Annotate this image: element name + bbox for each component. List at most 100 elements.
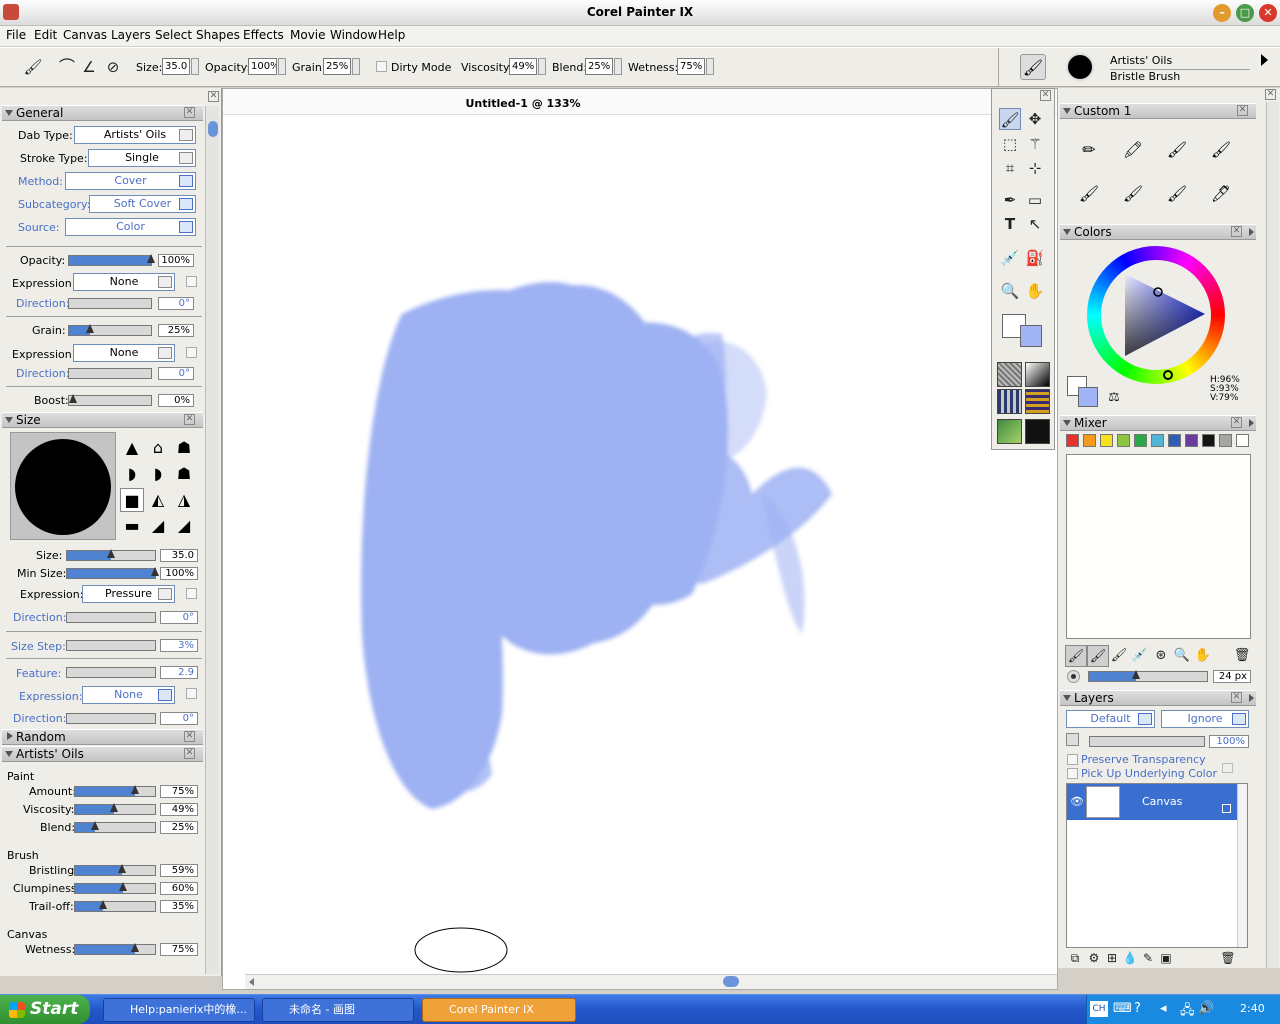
mixer-swatch[interactable] bbox=[1083, 434, 1096, 447]
close-button[interactable]: ✕ bbox=[1259, 4, 1277, 22]
mixer-dirty-brush-icon[interactable]: 🖌 bbox=[1065, 645, 1087, 667]
viscosity-slider[interactable] bbox=[74, 803, 156, 815]
boost-value[interactable]: 0% bbox=[158, 394, 194, 407]
taskbar-item-paint[interactable]: 未命名 - 画图 bbox=[262, 998, 414, 1022]
size-panel-header[interactable]: Size ✕ bbox=[2, 412, 203, 428]
transform-icon[interactable]: ⊹ bbox=[1024, 157, 1046, 179]
magic-wand-icon[interactable]: ⚚ bbox=[1024, 133, 1046, 155]
min-size-slider[interactable] bbox=[66, 567, 159, 579]
delete-layer-icon[interactable]: 🗑 bbox=[1217, 947, 1239, 969]
mixer-pan-icon[interactable]: ✋ bbox=[1192, 645, 1214, 667]
color-secondary-swatch[interactable] bbox=[1078, 387, 1098, 407]
artists-oils-close-icon[interactable]: ✕ bbox=[184, 748, 195, 759]
reset-tool-icon[interactable]: ⊘ bbox=[102, 56, 124, 78]
mixer-swatch[interactable] bbox=[1100, 434, 1113, 447]
opacity-field[interactable]: 100% bbox=[248, 58, 277, 75]
layer-list-scrollbar[interactable] bbox=[1237, 784, 1247, 947]
layer-adjuster-icon[interactable]: ✥ bbox=[1024, 108, 1046, 130]
tray-expand-icon[interactable]: ◂ bbox=[1160, 1001, 1167, 1016]
mixer-swatch[interactable] bbox=[1134, 434, 1147, 447]
grabber-hand-icon[interactable]: ✋ bbox=[1024, 280, 1046, 302]
mixer-swatch[interactable] bbox=[1202, 434, 1215, 447]
brush-profile-icon[interactable]: ▬ bbox=[120, 514, 144, 538]
bristling-slider[interactable] bbox=[74, 864, 156, 876]
brush-profile-icon[interactable]: ◗ bbox=[120, 462, 144, 486]
trail-off-slider[interactable] bbox=[74, 900, 156, 912]
mixer-brush-icon[interactable]: 🖌 bbox=[1108, 645, 1130, 667]
min-size-value[interactable]: 100% bbox=[160, 567, 198, 580]
grain-invert-checkbox[interactable] bbox=[186, 347, 197, 358]
mixer-dropper-icon[interactable]: 💉 bbox=[1129, 645, 1151, 667]
scroll-thumb[interactable] bbox=[723, 976, 739, 987]
saturation-value-triangle[interactable] bbox=[1087, 246, 1225, 384]
wetness-value[interactable]: 75% bbox=[160, 943, 198, 956]
custom-close-icon[interactable]: ✕ bbox=[1237, 105, 1248, 116]
watercolor-brush-icon[interactable]: 🖌 bbox=[1120, 181, 1146, 207]
size-close-icon[interactable]: ✕ bbox=[184, 414, 195, 425]
amount-slider[interactable] bbox=[74, 785, 156, 797]
boost-slider[interactable] bbox=[68, 394, 152, 406]
blend-field[interactable]: 25% bbox=[585, 58, 613, 75]
weaving-selector-icon[interactable] bbox=[1025, 389, 1050, 414]
freehand-stroke-icon[interactable]: ⌒ bbox=[56, 56, 78, 78]
brush-variant-label[interactable]: Bristle Brush bbox=[1110, 70, 1180, 83]
palette-knife-brush-icon[interactable]: 🖌 bbox=[1208, 137, 1234, 163]
brush-profile-icon[interactable]: ☗ bbox=[172, 462, 196, 486]
maximize-button[interactable]: □ bbox=[1236, 4, 1254, 22]
paper-selector-icon[interactable] bbox=[997, 362, 1022, 387]
source-select[interactable]: Color bbox=[65, 218, 196, 236]
crop-icon[interactable]: ⌗ bbox=[999, 157, 1021, 179]
mixer-menu-icon[interactable] bbox=[1249, 419, 1254, 427]
composite-depth-select[interactable]: Ignore bbox=[1161, 710, 1249, 728]
tray-keyboard-icon[interactable]: ⌨ bbox=[1113, 1001, 1132, 1016]
mixer-pad[interactable] bbox=[1066, 454, 1251, 639]
horizontal-scrollbar[interactable] bbox=[245, 974, 1057, 989]
mixer-apply-color-icon[interactable]: 🖌 bbox=[1087, 645, 1109, 667]
scroll-left-icon[interactable] bbox=[249, 978, 254, 986]
mixer-swatch[interactable] bbox=[1066, 434, 1079, 447]
colors-panel-header[interactable]: Colors ✕ bbox=[1060, 224, 1256, 240]
language-indicator[interactable]: CH bbox=[1090, 1001, 1108, 1017]
oil-brush-icon[interactable]: 🖌 bbox=[1164, 137, 1190, 163]
taskbar-item-painter[interactable]: Corel Painter IX bbox=[422, 998, 576, 1022]
menu-canvas[interactable]: Canvas bbox=[63, 28, 107, 42]
random-close-icon[interactable]: ✕ bbox=[184, 731, 195, 742]
layer-mask-icon[interactable]: ▣ bbox=[1155, 947, 1177, 969]
brush-category-label[interactable]: Artists' Oils bbox=[1110, 54, 1172, 67]
opacity-invert-checkbox[interactable] bbox=[186, 276, 197, 287]
paint-bucket-icon[interactable]: ⛽ bbox=[1024, 247, 1046, 269]
mixer-swatch[interactable] bbox=[1219, 434, 1232, 447]
layers-menu-icon[interactable] bbox=[1249, 694, 1254, 702]
random-panel-header[interactable]: Random ✕ bbox=[2, 729, 203, 745]
dab-type-select[interactable]: Artists' Oils bbox=[74, 126, 196, 144]
tray-volume-icon[interactable]: 🔊 bbox=[1198, 1001, 1214, 1016]
layer-lock-icon[interactable] bbox=[1222, 804, 1231, 813]
layers-panel-header[interactable]: Layers ✕ bbox=[1060, 690, 1256, 706]
size-invert-checkbox[interactable] bbox=[186, 588, 197, 599]
pen-tool-icon[interactable]: ✒ bbox=[999, 189, 1021, 211]
mixer-swatch[interactable] bbox=[1185, 434, 1198, 447]
artists-oils-panel-header[interactable]: Artists' Oils ✕ bbox=[2, 746, 203, 762]
menu-movie[interactable]: Movie bbox=[290, 28, 326, 42]
mixer-zoom-icon[interactable]: 🔍 bbox=[1171, 645, 1193, 667]
scroll-thumb[interactable] bbox=[208, 121, 218, 137]
menu-window[interactable]: Window bbox=[330, 28, 377, 42]
blend-spinner[interactable] bbox=[614, 58, 622, 75]
brush-category-icon[interactable]: 🖌 bbox=[1020, 54, 1046, 80]
pattern-selector-icon[interactable] bbox=[997, 389, 1022, 414]
size-spinner[interactable] bbox=[191, 58, 199, 75]
taskbar-item-help[interactable]: Help:panierix中的橡... bbox=[103, 998, 255, 1022]
palette-close-icon[interactable]: ✕ bbox=[208, 91, 219, 102]
general-close-icon[interactable]: ✕ bbox=[184, 107, 195, 118]
size-value[interactable]: 35.0 bbox=[160, 549, 198, 562]
mixer-clear-icon[interactable]: 🗑 bbox=[1231, 645, 1253, 667]
minimize-button[interactable]: – bbox=[1213, 4, 1231, 22]
airbrush-icon[interactable]: 🖌 bbox=[1076, 181, 1102, 207]
size-slider[interactable] bbox=[66, 549, 156, 561]
dirty-mode-checkbox[interactable] bbox=[376, 61, 387, 72]
rectangle-shape-icon[interactable]: ▭ bbox=[1024, 189, 1046, 211]
colored-pencil-brush-icon[interactable]: 🖍 bbox=[1120, 137, 1146, 163]
grain-slider[interactable] bbox=[68, 324, 152, 336]
brush-profile-icon[interactable]: ⌂ bbox=[146, 436, 170, 460]
custom-panel-header[interactable]: Custom 1 ✕ bbox=[1060, 103, 1256, 119]
